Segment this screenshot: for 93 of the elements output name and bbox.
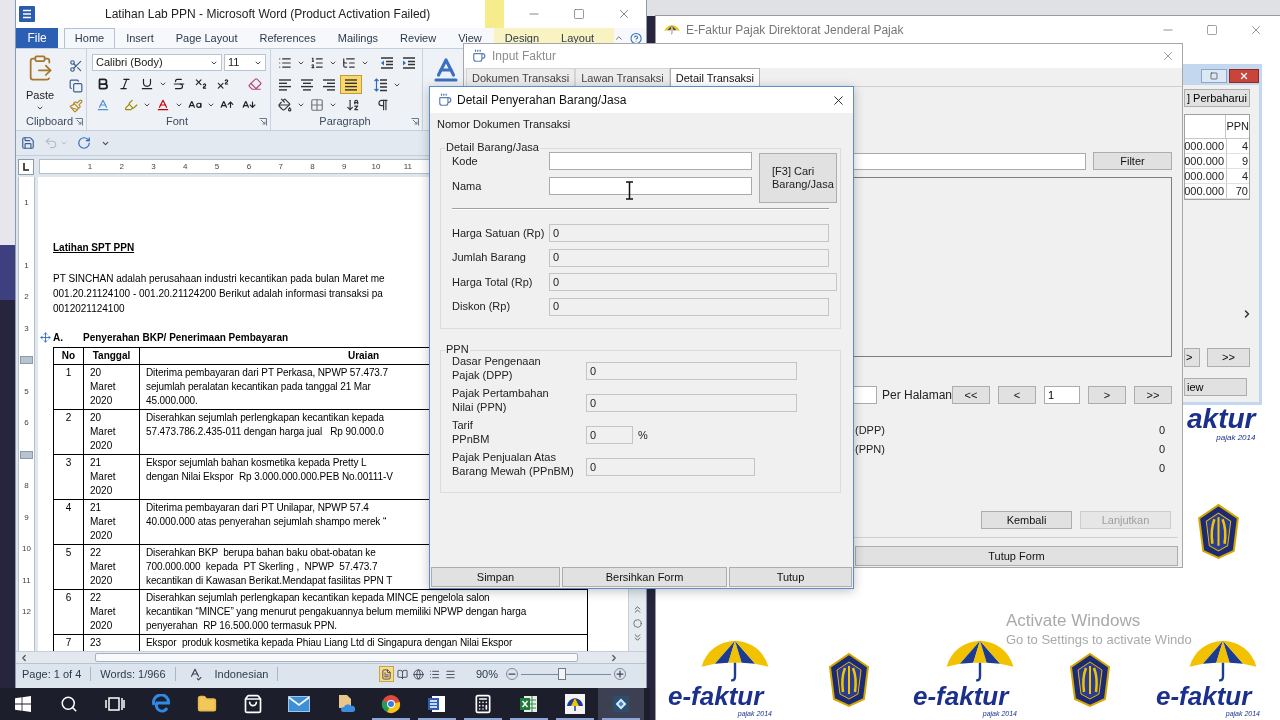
ruler-number: 3 <box>24 323 29 334</box>
transaction-description: Diserahkan sejumlah perlengkapan kecantikan kepada 57.473.786.2.435-011 dengan harga jual Rp 90.000.0 <box>146 411 384 439</box>
group-label: Paragraph <box>319 115 371 128</box>
field-label: Pajak Pertambahan Nilai (PPN) <box>452 386 550 414</box>
row-number: 2 <box>65 412 72 423</box>
total-label: (PPN) <box>854 442 885 458</box>
table-cell: 4 <box>1241 139 1248 153</box>
logo-wordmark: aktur <box>1187 405 1256 433</box>
transaction-description: Ekspor produk kosmetika kepada Phiau Liang Ltd di Singapura dengan Nilai Ekspor <box>146 636 513 650</box>
field-label: Tarif PPnBM <box>452 418 491 446</box>
ruler-number: 5 <box>214 161 220 172</box>
transaction-description: Diterima pembayaran dari PT Perkasa, NPWP 57.473.7 sejumlah peralatan kecantikan pada tanggal 21 Mar 45.000.000. <box>146 366 388 408</box>
field-label: Harga Satuan (Rp) <box>452 225 546 241</box>
group-title: Detail Barang/Jasa <box>445 141 540 154</box>
activation-hint: Go to Settings to activate Windo <box>1006 631 1192 648</box>
ruler-number: 11 <box>22 575 31 586</box>
group-label: Clipboard <box>25 115 74 128</box>
total-label: (DPP) <box>854 423 885 439</box>
activation-title: Activate Windows <box>1006 610 1142 631</box>
row-number: 3 <box>65 457 72 468</box>
total-value: 0 <box>1158 461 1165 477</box>
logo-wordmark: e-faktur <box>668 682 764 710</box>
table-cell: 000.000 <box>1184 169 1224 183</box>
section-letter: A. <box>53 330 64 345</box>
column-header: PPN <box>1226 119 1249 135</box>
ruler-number: 6 <box>246 161 252 172</box>
section-heading: Penyerahan BKP/ Penerimaan Pembayaran <box>83 330 289 345</box>
field-label: Dasar Pengenaan Pajak (DPP) <box>452 354 542 382</box>
field-label: Pajak Penjualan Atas Barang Mewah (PPnBM) <box>452 450 575 478</box>
ruler-number: 8 <box>310 161 315 172</box>
table-cell: 000.000 <box>1184 139 1224 153</box>
window-title: Latihan Lab PPN - Microsoft Word (Product Activation Failed) <box>105 6 431 23</box>
ruler-number: 10 <box>371 161 381 172</box>
transaction-description: Diterima pembayaran dari PT Unilapar, NPWP 57.4 40.000.000 atas penyerahan sejumlah shampo merek “ <box>146 501 387 529</box>
logo-wordmark: e-faktur <box>913 682 1009 710</box>
row-date: 22 Maret 2020 <box>90 546 116 588</box>
ruler-number: 9 <box>24 512 29 523</box>
row-number: 4 <box>65 502 72 513</box>
ruler-number: 10 <box>22 544 31 555</box>
ruler-number: 11 <box>403 161 412 172</box>
ruler-number: 12 <box>22 607 31 618</box>
logo-subtitle: pajak 2014 <box>1216 433 1256 442</box>
dialog-title: Detail Penyerahan Barang/Jasa <box>457 92 627 109</box>
column-header: Uraian <box>347 350 380 361</box>
table-cell: 000.000 <box>1184 154 1224 168</box>
column-header: No <box>61 350 76 361</box>
row-number: 5 <box>65 547 72 558</box>
ruler-number: 6 <box>24 418 29 429</box>
ruler-number: 5 <box>24 386 29 397</box>
field-label: Diskon (Rp) <box>452 299 512 315</box>
row-date: 22 Maret 2020 <box>90 591 116 633</box>
table-cell: 9 <box>1241 154 1248 168</box>
document-title: Latihan SPT PPN <box>53 242 135 253</box>
ruler-number: 1 <box>24 197 29 208</box>
field-label: Nama <box>452 178 483 194</box>
dialog-title: Input Faktur <box>492 48 557 65</box>
ruler-number: 2 <box>119 161 124 172</box>
field-label: Kode <box>452 153 479 169</box>
field-label: Harga Total (Rp) <box>452 274 534 290</box>
row-number: 7 <box>65 637 72 648</box>
ruler-number: 3 <box>151 161 156 172</box>
row-date: 20 Maret 2020 <box>90 411 116 453</box>
row-date: 21 Maret 2020 <box>90 456 116 498</box>
total-value: 0 <box>1158 442 1165 458</box>
table-cell: 000.000 <box>1184 184 1224 198</box>
document-paragraph: PT SINCHAN adalah perusahaan industri kecantikan pada bulan Maret me 001.20.21124100 - 001.20.21124200 Berikut adalah informasi transaksi pa 0012021124100 <box>53 272 385 316</box>
ruler-number: 1 <box>87 161 93 172</box>
ruler-number: 2 <box>24 292 29 303</box>
table-cell: 70 <box>1235 184 1248 198</box>
column-header: Tanggal <box>92 350 131 361</box>
ruler-number: 4 <box>183 161 188 172</box>
transaction-description: Diserahkan BKP berupa bahan baku obat-obatan ke 700.000.000 kepada PT Skerling , NPWP 57.473.7 kecantikan di Kawasan Berikat.Mendapat fasilitas PPN T <box>146 546 393 588</box>
transaction-description: Ekspor sejumlah bahan kosmetika kepada Pretty L dengan Nilai Ekspor Rp 3.000.000.000.PEB No.00111-V <box>146 456 393 484</box>
logo-wordmark: e-faktur <box>1156 682 1252 710</box>
ruler-number: 9 <box>342 161 347 172</box>
table-cell: 4 <box>1241 169 1248 183</box>
group-title: PPN <box>445 343 470 356</box>
ruler-number: 1 <box>24 260 29 271</box>
field-label: Jumlah Barang <box>452 250 527 266</box>
group-label: Font <box>166 115 188 128</box>
row-date: 20 Maret 2020 <box>90 366 116 408</box>
row-date: 21 Maret 2020 <box>90 501 116 543</box>
ruler-number: 7 <box>278 161 283 172</box>
row-date: 23 <box>90 636 102 650</box>
ruler-number: 8 <box>24 481 29 492</box>
total-value: 0 <box>1158 423 1165 439</box>
per-page-label: Per Halaman <box>881 387 952 404</box>
unit-label: % <box>638 427 648 443</box>
transaction-description: Diserahkan sejumlah perlengkapan kecantikan kepada MINCE pengelola salon kecantikan “MINCE” yang menurut pengakuannya belum memiliki NPWP dengan harga penyerahan RP 16.500.000 termasuk PPN. <box>146 591 527 633</box>
row-number: 6 <box>65 592 72 603</box>
window-title: E-Faktur Pajak Direktorat Jenderal Pajak <box>686 21 904 39</box>
row-number: 1 <box>65 367 72 378</box>
document-number-label: Nomor Dokumen Transaksi <box>437 117 572 131</box>
